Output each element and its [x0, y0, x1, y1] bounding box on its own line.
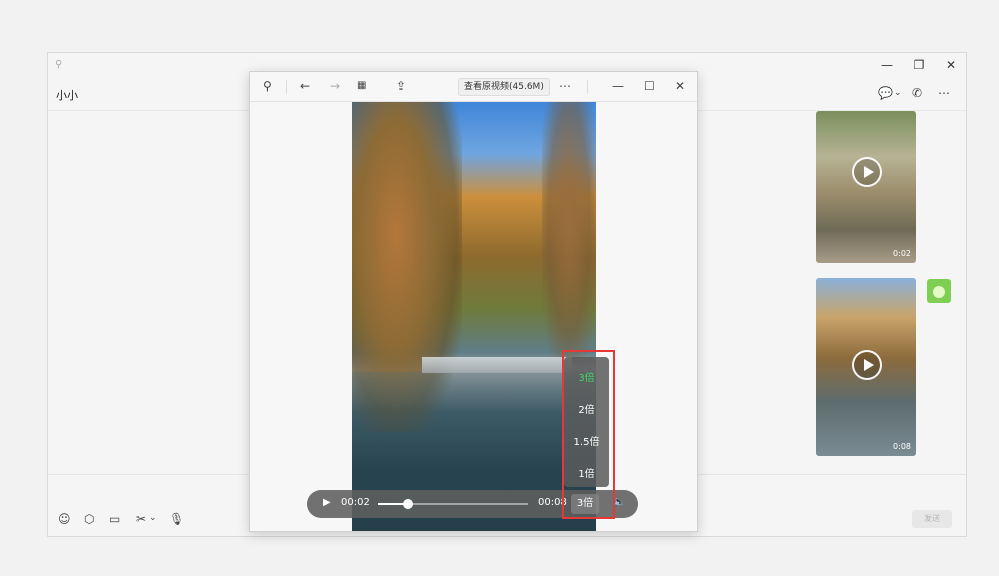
chat-bubble-icon[interactable]: 💬: [878, 86, 893, 100]
cube-icon[interactable]: ⬡: [84, 512, 94, 526]
emoji-icon[interactable]: ☺: [58, 512, 71, 526]
avatar[interactable]: [927, 279, 951, 303]
view-original-video-button[interactable]: 查看原视频(45.6M): [458, 78, 550, 96]
close-icon[interactable]: ✕: [675, 79, 685, 93]
video-duration: 0:08: [893, 442, 911, 451]
mic-icon[interactable]: 🎙: [169, 512, 184, 526]
grid-icon[interactable]: ▦: [357, 80, 366, 91]
chevron-down-icon[interactable]: ⌄: [894, 88, 902, 98]
minimize-icon[interactable]: —: [612, 79, 624, 93]
folder-icon[interactable]: ▭: [109, 512, 120, 526]
video-viewer-window: ⚲ ← → ▦ ⇪ 查看原视频(45.6M) ⋯ — ☐ ✕: [249, 71, 698, 532]
maximize-icon[interactable]: ☐: [644, 79, 655, 93]
send-button[interactable]: 发送: [912, 510, 952, 528]
video-thumbnail[interactable]: 0:02: [816, 111, 916, 263]
export-icon[interactable]: ⇪: [396, 79, 406, 93]
divider: [286, 80, 287, 94]
call-icon[interactable]: ✆: [912, 86, 922, 100]
more-icon[interactable]: ⋯: [559, 79, 571, 93]
video-scene: [542, 102, 596, 362]
video-frame[interactable]: [352, 102, 596, 531]
progress-handle[interactable]: [403, 499, 413, 509]
video-scene: [422, 357, 572, 373]
divider: [587, 80, 588, 94]
play-icon[interactable]: ▶: [323, 497, 331, 508]
chat-title: 小小: [56, 89, 78, 102]
more-icon[interactable]: ⋯: [938, 86, 950, 100]
video-duration: 0:02: [893, 249, 911, 258]
chevron-down-icon[interactable]: ⌄: [149, 513, 157, 523]
close-button[interactable]: ✕: [941, 58, 961, 72]
maximize-button[interactable]: ❐: [909, 58, 929, 72]
pin-icon[interactable]: ⚲: [263, 79, 272, 93]
current-time: 00:02: [341, 497, 370, 508]
play-icon[interactable]: [852, 350, 882, 380]
arrow-left-icon[interactable]: ←: [300, 79, 310, 93]
highlight-box: [562, 350, 615, 519]
viewer-toolbar: ⚲ ← → ▦ ⇪ 查看原视频(45.6M) ⋯ — ☐ ✕: [250, 72, 697, 102]
arrow-right-icon[interactable]: →: [330, 79, 340, 93]
scissors-icon[interactable]: ✂: [136, 512, 146, 526]
play-icon[interactable]: [852, 157, 882, 187]
progress-bar[interactable]: [378, 499, 528, 509]
video-thumbnail[interactable]: 0:08: [816, 278, 916, 456]
minimize-button[interactable]: —: [877, 58, 897, 72]
pin-icon[interactable]: ⚲: [55, 59, 62, 70]
